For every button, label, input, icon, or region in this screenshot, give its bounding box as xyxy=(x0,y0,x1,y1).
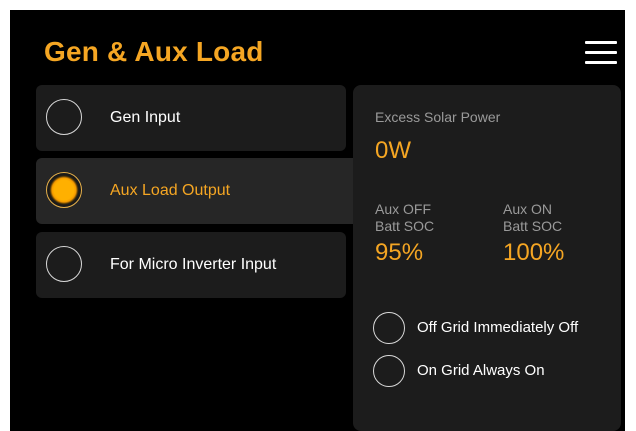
option-label: For Micro Inverter Input xyxy=(110,256,277,273)
page-title: Gen & Aux Load xyxy=(44,36,264,67)
menu-line xyxy=(585,41,617,44)
aux-on-label-line2: Batt SOC xyxy=(503,218,563,234)
menu-line xyxy=(585,51,617,54)
menu-line xyxy=(585,61,617,64)
radio-button-selected-icon[interactable] xyxy=(46,172,82,208)
hamburger-menu-icon[interactable] xyxy=(583,38,619,68)
aux-off-label-line2: Batt SOC xyxy=(375,218,435,234)
excess-solar-label: Excess Solar Power xyxy=(375,109,501,125)
grid-option-label: On Grid Always On xyxy=(417,362,545,379)
screen: Gen & Aux Load Gen Input Aux Load Output… xyxy=(10,10,625,431)
grid-option-label: Off Grid Immediately Off xyxy=(417,319,579,336)
excess-solar-value[interactable]: 0W xyxy=(375,137,411,165)
aux-on-label: Aux ON Batt SOC xyxy=(503,201,562,235)
aux-off-label: Aux OFF Batt SOC xyxy=(375,201,434,235)
aux-off-label-line1: Aux OFF xyxy=(375,201,432,217)
option-on-grid-always-on[interactable]: On Grid Always On xyxy=(373,355,623,387)
option-aux-load-output[interactable]: Aux Load Output xyxy=(36,158,366,224)
radio-button-icon[interactable] xyxy=(373,312,405,344)
aux-on-soc-value[interactable]: 100% xyxy=(503,239,564,267)
radio-button-icon[interactable] xyxy=(46,99,82,135)
option-label: Gen Input xyxy=(110,109,181,126)
aux-settings-panel: Excess Solar Power 0W Aux OFF Batt SOC 9… xyxy=(353,85,621,431)
option-micro-inverter-input[interactable]: For Micro Inverter Input xyxy=(36,232,346,298)
aux-on-label-line1: Aux ON xyxy=(503,201,553,217)
radio-button-icon[interactable] xyxy=(46,246,82,282)
option-label: Aux Load Output xyxy=(110,182,231,199)
option-off-grid-immediately-off[interactable]: Off Grid Immediately Off xyxy=(373,312,623,344)
radio-button-icon[interactable] xyxy=(373,355,405,387)
option-gen-input[interactable]: Gen Input xyxy=(36,85,346,151)
aux-off-soc-value[interactable]: 95% xyxy=(375,239,423,267)
